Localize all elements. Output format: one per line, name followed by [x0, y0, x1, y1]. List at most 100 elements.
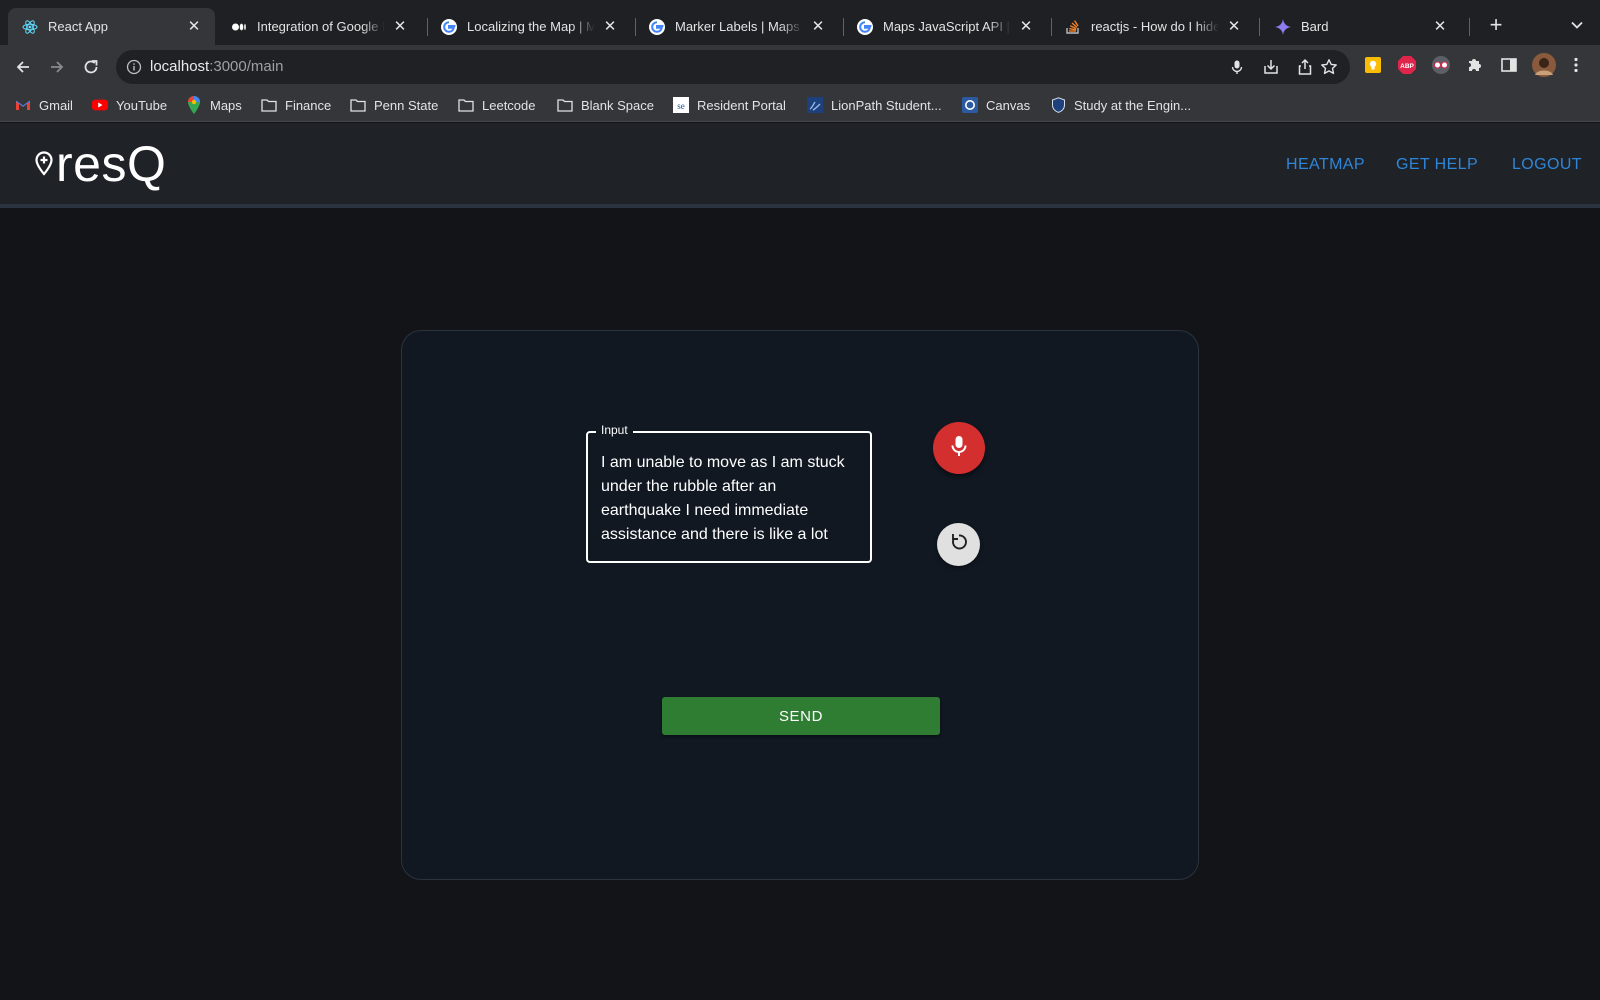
bookmark-label: Maps	[210, 97, 242, 113]
shield-icon	[1050, 97, 1066, 113]
bookmark-canvas[interactable]: Canvas	[962, 95, 1030, 115]
bookmark-label: Resident Portal	[697, 97, 786, 113]
refresh-icon	[949, 532, 969, 557]
close-icon[interactable]: ✕	[1225, 18, 1243, 36]
bookmark-label: Leetcode	[482, 97, 536, 113]
bookmark-star-icon[interactable]	[1320, 58, 1338, 76]
folder-icon	[350, 97, 366, 113]
app-header: resQ HEATMAP GET HELP LOGOUT	[0, 123, 1600, 208]
close-icon[interactable]: ✕	[185, 18, 203, 36]
keep-notes-extension-icon[interactable]	[1363, 55, 1383, 75]
browser-toolbar: localhost:3000/main ABP	[0, 45, 1600, 88]
extensions-puzzle-icon[interactable]	[1465, 55, 1485, 75]
nav-heatmap-link[interactable]: HEATMAP	[1286, 156, 1365, 174]
microphone-icon[interactable]	[1228, 58, 1246, 76]
site-info-icon[interactable]	[126, 59, 142, 75]
microphone-icon	[949, 435, 969, 462]
canvas-icon	[962, 97, 978, 113]
stackoverflow-icon	[1065, 19, 1081, 35]
resident-portal-icon: se	[673, 97, 689, 113]
bookmark-folder-finance[interactable]: Finance	[261, 95, 331, 115]
gmail-icon	[15, 97, 31, 113]
address-url[interactable]: localhost:3000/main	[150, 58, 283, 75]
nav-logout-link[interactable]: LOGOUT	[1512, 156, 1582, 174]
help-request-card: Input I am unable to move as I am stuck …	[401, 330, 1199, 880]
bookmark-label: Gmail	[39, 97, 73, 113]
maps-icon	[186, 96, 202, 114]
svg-text:se: se	[677, 101, 685, 111]
close-icon[interactable]: ✕	[1017, 18, 1035, 36]
google-icon	[649, 18, 665, 35]
avatar[interactable]	[1532, 53, 1556, 77]
tab-separator	[1469, 18, 1470, 36]
bookmark-maps[interactable]: Maps	[186, 95, 242, 115]
youtube-icon	[92, 97, 108, 113]
record-voice-button[interactable]	[933, 422, 985, 474]
bard-icon	[1275, 18, 1291, 35]
input-label: Input	[596, 423, 633, 437]
bookmarks-bar: Gmail YouTube Maps Finance Penn State Le…	[0, 88, 1600, 122]
lionpath-icon	[807, 97, 823, 113]
tab-title: reactjs - How do I hide	[1091, 19, 1219, 34]
bookmark-label: YouTube	[116, 97, 168, 113]
close-icon[interactable]: ✕	[1431, 18, 1449, 36]
tab-title: Localizing the Map | M	[467, 19, 595, 34]
tab-search-chevron-icon[interactable]	[1568, 16, 1586, 34]
reload-icon[interactable]	[78, 54, 104, 80]
close-icon[interactable]: ✕	[601, 18, 619, 36]
browser-tab-strip: React App ✕ Integration of Google M ✕ Lo…	[0, 0, 1600, 45]
bookmark-folder-penn-state[interactable]: Penn State	[350, 95, 438, 115]
tab-title: Marker Labels | Maps	[675, 19, 800, 34]
nav-get-help-link[interactable]: GET HELP	[1396, 156, 1478, 174]
location-pin-plus-icon	[34, 151, 54, 177]
tab-integration-google-maps[interactable]: Integration of Google M ✕	[217, 8, 421, 45]
close-icon[interactable]: ✕	[809, 18, 827, 36]
glasses-extension-icon[interactable]	[1431, 55, 1451, 75]
side-panel-icon[interactable]	[1499, 55, 1519, 75]
bookmark-label: Study at the Engin...	[1074, 97, 1192, 113]
tab-reactjs-stackoverflow[interactable]: reactjs - How do I hide ✕	[1051, 8, 1255, 45]
bookmark-label: Canvas	[986, 97, 1031, 113]
bookmark-folder-blank-space[interactable]: Blank Space	[557, 95, 654, 115]
bookmark-folder-leetcode[interactable]: Leetcode	[458, 95, 536, 115]
folder-icon	[458, 97, 474, 113]
input-field[interactable]: Input I am unable to move as I am stuck …	[586, 423, 872, 563]
new-tab-button[interactable]: +	[1484, 14, 1508, 38]
browser-menu-icon[interactable]	[1566, 55, 1586, 75]
google-icon	[857, 18, 873, 35]
reset-button[interactable]	[937, 523, 980, 566]
bookmark-label: Finance	[285, 97, 332, 113]
tab-react-app[interactable]: React App ✕	[8, 8, 215, 45]
install-app-icon[interactable]	[1262, 58, 1280, 76]
bookmark-gmail[interactable]: Gmail	[15, 95, 73, 115]
url-host: localhost	[150, 58, 210, 75]
tab-marker-labels[interactable]: Marker Labels | Maps ✕	[635, 8, 839, 45]
bookmark-study-engineering[interactable]: Study at the Engin...	[1050, 95, 1191, 115]
logo[interactable]: resQ	[34, 134, 166, 194]
tab-bard[interactable]: Bard ✕	[1261, 8, 1461, 45]
svg-text:ABP: ABP	[1400, 63, 1414, 70]
google-icon	[441, 18, 457, 35]
address-bar[interactable]: localhost:3000/main	[116, 50, 1350, 84]
bookmark-label: LionPath Student...	[831, 97, 942, 113]
tab-maps-javascript-api[interactable]: Maps JavaScript API | ✕	[843, 8, 1047, 45]
tab-localizing-the-map[interactable]: Localizing the Map | M ✕	[427, 8, 631, 45]
folder-icon	[557, 97, 573, 113]
back-arrow-icon[interactable]	[10, 54, 36, 80]
logo-text: resQ	[56, 136, 167, 192]
adblock-plus-icon[interactable]: ABP	[1397, 55, 1417, 75]
bookmark-youtube[interactable]: YouTube	[92, 95, 167, 115]
forward-arrow-icon[interactable]	[44, 54, 70, 80]
url-path: :3000/main	[209, 58, 284, 75]
bookmark-resident-portal[interactable]: se Resident Portal	[673, 95, 786, 115]
bookmark-label: Penn State	[374, 97, 439, 113]
input-textarea[interactable]: I am unable to move as I am stuck under …	[601, 451, 859, 547]
tab-title: Bard	[1301, 19, 1329, 34]
send-button[interactable]: SEND	[662, 697, 940, 735]
tab-title: Maps JavaScript API |	[883, 19, 1010, 34]
share-icon[interactable]	[1296, 58, 1314, 76]
close-icon[interactable]: ✕	[391, 18, 409, 36]
medium-icon	[231, 19, 247, 35]
bookmark-lionpath[interactable]: LionPath Student...	[807, 95, 942, 115]
tab-title: React App	[48, 19, 108, 34]
